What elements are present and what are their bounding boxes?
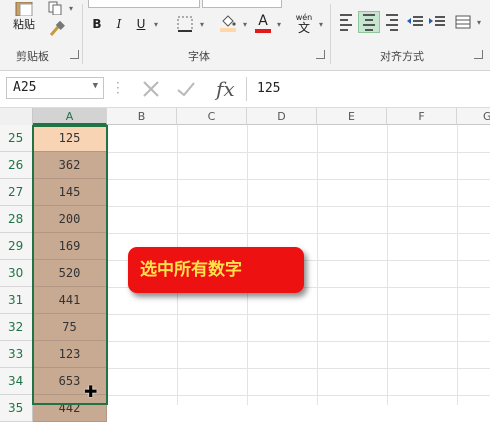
gridline xyxy=(107,179,490,180)
cell-a28[interactable]: 200 xyxy=(33,206,107,233)
row-header[interactable]: 26 xyxy=(0,152,33,179)
merge-dropdown[interactable]: ▾ xyxy=(474,11,484,33)
cell-a30[interactable]: 520 xyxy=(33,260,107,287)
font-color-dropdown[interactable]: ▾ xyxy=(274,13,284,35)
row-header[interactable]: 30 xyxy=(0,260,33,287)
row-header[interactable]: 28 xyxy=(0,206,33,233)
column-header-e[interactable]: E xyxy=(317,108,387,125)
gridline xyxy=(107,152,490,153)
insert-function-icon[interactable]: fx xyxy=(216,77,235,101)
row-header[interactable]: 31 xyxy=(0,287,33,314)
column-header-f[interactable]: F xyxy=(387,108,457,125)
row-header[interactable]: 29 xyxy=(0,233,33,260)
merge-center-button[interactable] xyxy=(452,11,474,33)
underline-button[interactable]: U xyxy=(132,13,150,35)
alignment-group-label: 对齐方式 xyxy=(380,50,424,63)
clipboard-group-label: 剪贴板 xyxy=(16,50,49,63)
format-painter-icon xyxy=(49,21,65,36)
borders-dropdown[interactable]: ▾ xyxy=(197,13,207,35)
phonetic-dropdown[interactable]: ▾ xyxy=(316,13,326,35)
borders-icon xyxy=(177,16,193,32)
formula-bar: A25 ▼ · · · fx 125 xyxy=(0,71,490,108)
paste-button[interactable]: 粘贴 xyxy=(4,0,44,34)
instruction-callout: 选中所有数字 xyxy=(128,247,304,293)
increase-indent-icon xyxy=(429,16,445,26)
cell-a31[interactable]: 441 xyxy=(33,287,107,314)
bold-button[interactable]: B xyxy=(88,13,106,35)
decrease-indent-icon xyxy=(407,16,423,26)
column-header-d[interactable]: D xyxy=(247,108,317,125)
font-color-swatch xyxy=(255,29,271,33)
formula-bar-splitter[interactable]: · · · xyxy=(116,77,120,99)
cell-a29[interactable]: 169 xyxy=(33,233,107,260)
cell-a25[interactable]: 125 xyxy=(33,125,107,152)
align-left-button[interactable] xyxy=(336,11,358,33)
fill-color-button[interactable] xyxy=(216,11,240,35)
cell-a33[interactable]: 123 xyxy=(33,341,107,368)
italic-button[interactable]: I xyxy=(110,13,128,35)
font-size-box[interactable] xyxy=(202,0,282,8)
gridline xyxy=(107,368,490,369)
align-center-button[interactable] xyxy=(358,11,380,33)
column-header-c[interactable]: C xyxy=(177,108,247,125)
gridline xyxy=(107,341,490,342)
row-header[interactable]: 35 xyxy=(0,395,33,422)
name-box-value: A25 xyxy=(13,80,37,95)
spreadsheet-grid[interactable]: A B C D E F G 25 125 26 362 27 145 28 20… xyxy=(0,108,490,422)
decrease-indent-button[interactable] xyxy=(404,11,426,33)
row-header[interactable]: 27 xyxy=(0,179,33,206)
alignment-launcher[interactable] xyxy=(474,50,483,59)
gridline xyxy=(457,125,458,405)
clipboard-launcher[interactable] xyxy=(70,50,79,59)
row-header[interactable]: 32 xyxy=(0,314,33,341)
copy-icon xyxy=(48,1,62,15)
clipboard-icon xyxy=(15,2,33,16)
cancel-icon[interactable] xyxy=(142,80,160,98)
fill-color-dropdown[interactable]: ▾ xyxy=(240,13,250,35)
gridline xyxy=(107,314,490,315)
cell-a32[interactable]: 75 xyxy=(33,314,107,341)
enter-check-icon[interactable] xyxy=(176,80,196,98)
name-box-dropdown-icon[interactable]: ▼ xyxy=(93,81,98,91)
font-launcher[interactable] xyxy=(316,50,325,59)
fill-color-swatch xyxy=(220,28,236,32)
column-header-g[interactable]: G xyxy=(457,108,490,125)
align-right-button[interactable] xyxy=(382,11,404,33)
cell-a27[interactable]: 145 xyxy=(33,179,107,206)
column-header-a[interactable]: A xyxy=(33,108,107,125)
underline-dropdown[interactable]: ▾ xyxy=(151,13,161,35)
gridline xyxy=(387,125,388,405)
gridline xyxy=(107,206,490,207)
ribbon-separator xyxy=(82,4,83,64)
paste-label: 粘贴 xyxy=(13,18,35,31)
gridline xyxy=(107,233,490,234)
select-all-corner[interactable] xyxy=(0,108,33,126)
format-painter-button[interactable] xyxy=(46,20,68,38)
row-header[interactable]: 25 xyxy=(0,125,33,152)
phonetic-button[interactable]: wén 文 xyxy=(292,10,316,36)
cell-a26[interactable]: 362 xyxy=(33,152,107,179)
column-header-b[interactable]: B xyxy=(107,108,177,125)
font-color-letter: A xyxy=(258,13,268,29)
gridline xyxy=(107,395,490,396)
font-group-label: 字体 xyxy=(188,50,210,63)
phonetic-bottom: 文 xyxy=(297,21,310,35)
merge-cells-icon xyxy=(455,15,471,29)
borders-button[interactable] xyxy=(174,13,196,35)
ribbon-separator xyxy=(330,4,331,64)
row-header[interactable]: 34 xyxy=(0,368,33,395)
increase-indent-button[interactable] xyxy=(426,11,448,33)
gridline xyxy=(317,125,318,405)
font-color-button[interactable]: A xyxy=(253,11,273,35)
copy-dropdown[interactable]: ▾ xyxy=(66,2,76,14)
name-box[interactable]: A25 ▼ xyxy=(6,77,104,99)
row-header[interactable]: 33 xyxy=(0,341,33,368)
font-name-box[interactable] xyxy=(88,0,200,8)
paint-bucket-icon xyxy=(222,15,236,27)
formula-input[interactable]: 125 xyxy=(246,77,484,101)
cell-cursor-icon: ✚ xyxy=(84,382,98,401)
ribbon: 粘贴 ▾ 剪贴板 B I U ▾ ▾ ▾ A ▾ wén 文 ▾ 字体 ▾ 对齐… xyxy=(0,0,490,71)
copy-button[interactable] xyxy=(44,0,66,16)
